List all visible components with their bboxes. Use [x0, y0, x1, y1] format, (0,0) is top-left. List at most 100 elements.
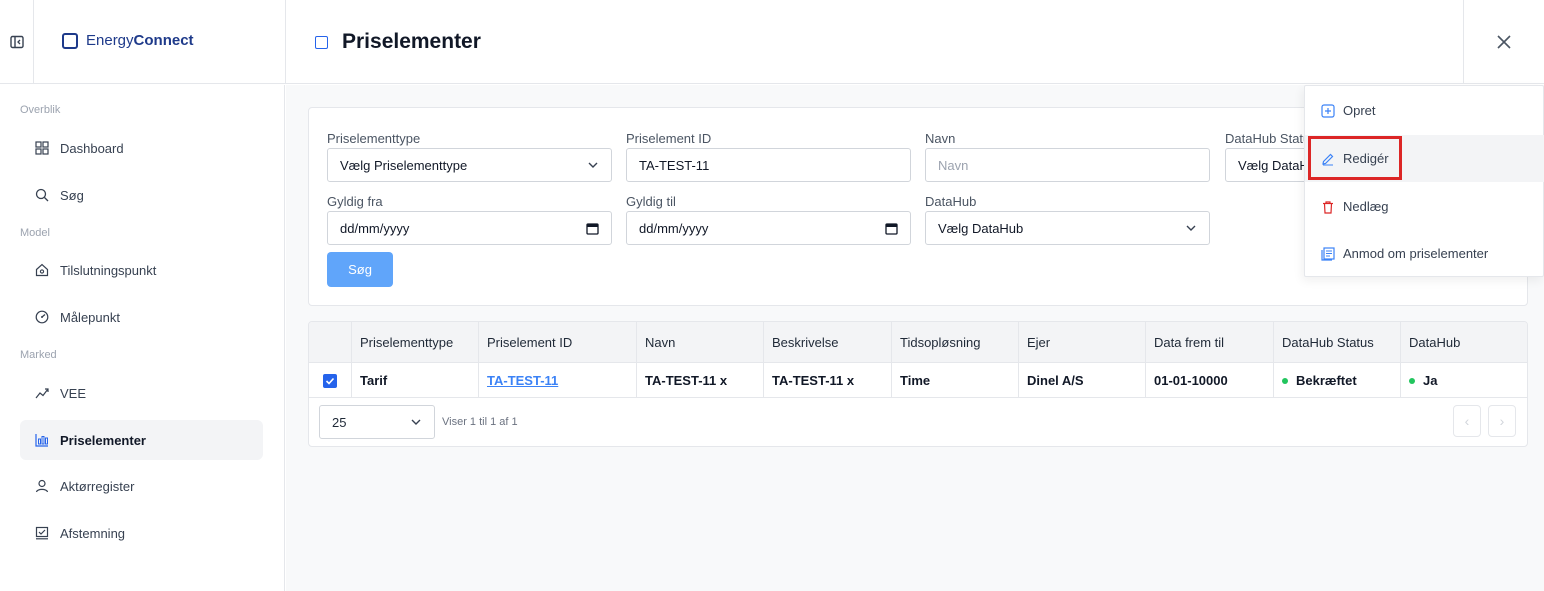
menu-item-nedlaeg[interactable]: Nedlæg: [1305, 183, 1544, 230]
search-icon: [34, 187, 50, 203]
sidebar-item-label: Aktørregister: [60, 478, 135, 494]
datahub-select[interactable]: Vælg DataHub: [925, 211, 1210, 245]
table-header: Priselementtype Priselement ID Navn Besk…: [309, 322, 1527, 363]
sidebar-item-label: Afstemning: [60, 525, 126, 541]
section-label-overblik: Overblik: [20, 104, 61, 116]
price-chart-icon: [34, 432, 50, 448]
results-table: Priselementtype Priselement ID Navn Besk…: [308, 321, 1528, 447]
column-header[interactable]: Tidsopløsning: [892, 322, 1019, 363]
actions-menu: Opret Redigér Nedlæg Anmod om priselemen…: [1304, 85, 1544, 277]
datahub-label: DataHub: [925, 194, 977, 209]
sidebar-item-label: Målepunkt: [60, 309, 120, 325]
page-title: Priselementer: [342, 30, 481, 53]
prev-page-button[interactable]: ‹: [1453, 405, 1481, 437]
chevron-down-icon: [411, 419, 421, 425]
top-bar: EnergyConnect Priselementer: [0, 0, 1544, 84]
sidebar-item-label: Dashboard: [60, 140, 124, 156]
cell-status: Bekræftet: [1274, 363, 1401, 398]
column-header[interactable]: Priselement ID: [479, 322, 637, 363]
to-date-input[interactable]: dd/mm/yyyy: [626, 211, 911, 245]
header-checkbox[interactable]: [315, 35, 328, 49]
sidebar-item-dashboard[interactable]: Dashboard: [20, 128, 263, 168]
datahub-select-value: Vælg DataHub: [938, 220, 1024, 236]
from-date-value: dd/mm/yyyy: [340, 220, 410, 236]
name-input-placeholder: Navn: [938, 157, 969, 173]
sidebar: Overblik Dashboard Søg Model Tilslutning…: [0, 85, 285, 591]
sidebar-collapse-icon: [9, 35, 24, 49]
sidebar-item-priselementer[interactable]: Priselementer: [20, 420, 263, 460]
to-date-value: dd/mm/yyyy: [639, 220, 709, 236]
column-header[interactable]: DataHub Status: [1274, 322, 1401, 363]
sidebar-item-vee[interactable]: VEE: [20, 373, 263, 413]
close-icon: [1497, 35, 1511, 49]
document-icon: [1321, 246, 1335, 261]
close-button[interactable]: [1463, 0, 1544, 84]
trend-icon: [34, 385, 50, 401]
name-input[interactable]: Navn: [925, 148, 1210, 182]
column-header[interactable]: Priselementtype: [352, 322, 479, 363]
from-date-input[interactable]: dd/mm/yyyy: [327, 211, 612, 245]
menu-item-anmod[interactable]: Anmod om priselementer: [1305, 230, 1544, 277]
sidebar-item-search[interactable]: Søg: [20, 175, 263, 215]
search-button[interactable]: Søg: [327, 252, 393, 287]
chevron-down-icon: [588, 162, 598, 168]
page-size-select[interactable]: 25: [319, 405, 435, 439]
page-header: Priselementer: [315, 30, 481, 54]
sidebar-toggle-button[interactable]: [0, 0, 34, 84]
column-header[interactable]: Data frem til: [1146, 322, 1274, 363]
column-header[interactable]: Ejer: [1019, 322, 1146, 363]
calendar-icon[interactable]: [586, 222, 599, 235]
house-icon: [34, 262, 50, 278]
next-page-button[interactable]: ›: [1488, 405, 1516, 437]
priselement-id-link[interactable]: TA-TEST-11: [487, 373, 558, 388]
trash-icon: [1323, 200, 1333, 214]
menu-item-label: Anmod om priselementer: [1343, 246, 1489, 261]
cell-owner: Dinel A/S: [1019, 363, 1146, 398]
menu-item-opret[interactable]: Opret: [1305, 87, 1544, 134]
cell-name: TA-TEST-11 x: [637, 363, 764, 398]
column-header[interactable]: Navn: [637, 322, 764, 363]
select-all-column[interactable]: [309, 322, 352, 363]
cell-description: TA-TEST-11 x: [764, 363, 892, 398]
sidebar-item-aktoerregister[interactable]: Aktørregister: [20, 466, 263, 506]
chevron-right-icon: ›: [1499, 413, 1505, 429]
id-input[interactable]: TA-TEST-11: [626, 148, 911, 182]
chevron-down-icon: [1186, 225, 1196, 231]
cell-datahub: Ja: [1401, 363, 1527, 398]
section-label-marked: Marked: [20, 349, 57, 361]
name-label: Navn: [925, 131, 956, 146]
brand-name-bold: Connect: [133, 32, 194, 49]
type-select[interactable]: Vælg Priselementtype: [327, 148, 612, 182]
chevron-left-icon: ‹: [1464, 413, 1470, 429]
table-row[interactable]: Tarif TA-TEST-11 TA-TEST-11 x TA-TEST-11…: [309, 363, 1527, 398]
sidebar-item-tilslutningspunkt[interactable]: Tilslutningspunkt: [20, 250, 263, 290]
sidebar-item-label: VEE: [60, 385, 87, 401]
from-label: Gyldig fra: [327, 194, 383, 209]
highlight-box: [1308, 136, 1402, 180]
dashboard-icon: [34, 140, 50, 156]
calendar-icon[interactable]: [885, 222, 898, 235]
gauge-icon: [34, 309, 50, 325]
type-label: Priselementtype: [327, 131, 421, 146]
brand-logo[interactable]: EnergyConnect: [62, 32, 194, 49]
user-icon: [34, 478, 50, 494]
id-label: Priselement ID: [626, 131, 712, 146]
cell-resolution: Time: [892, 363, 1019, 398]
checkmark-icon: [325, 377, 335, 385]
row-checkbox[interactable]: [323, 373, 337, 388]
column-header[interactable]: Beskrivelse: [764, 322, 892, 363]
column-header[interactable]: DataHub: [1401, 322, 1527, 363]
logo-mark-icon: [62, 32, 78, 49]
section-label-model: Model: [20, 227, 50, 239]
status-label: DataHub Status: [1225, 131, 1317, 146]
status-dot-icon: [1282, 377, 1288, 384]
status-dot-icon: [1409, 377, 1415, 384]
brand-name-light: Energy: [86, 32, 134, 49]
sidebar-item-maalepunkt[interactable]: Målepunkt: [20, 297, 263, 337]
cell-type: Tarif: [352, 363, 479, 398]
plus-square-icon: [1321, 103, 1335, 118]
sidebar-item-label: Søg: [60, 187, 84, 203]
cell-data-until: 01-01-10000: [1146, 363, 1274, 398]
sidebar-item-afstemning[interactable]: Afstemning: [20, 513, 263, 553]
type-select-value: Vælg Priselementtype: [340, 157, 468, 173]
